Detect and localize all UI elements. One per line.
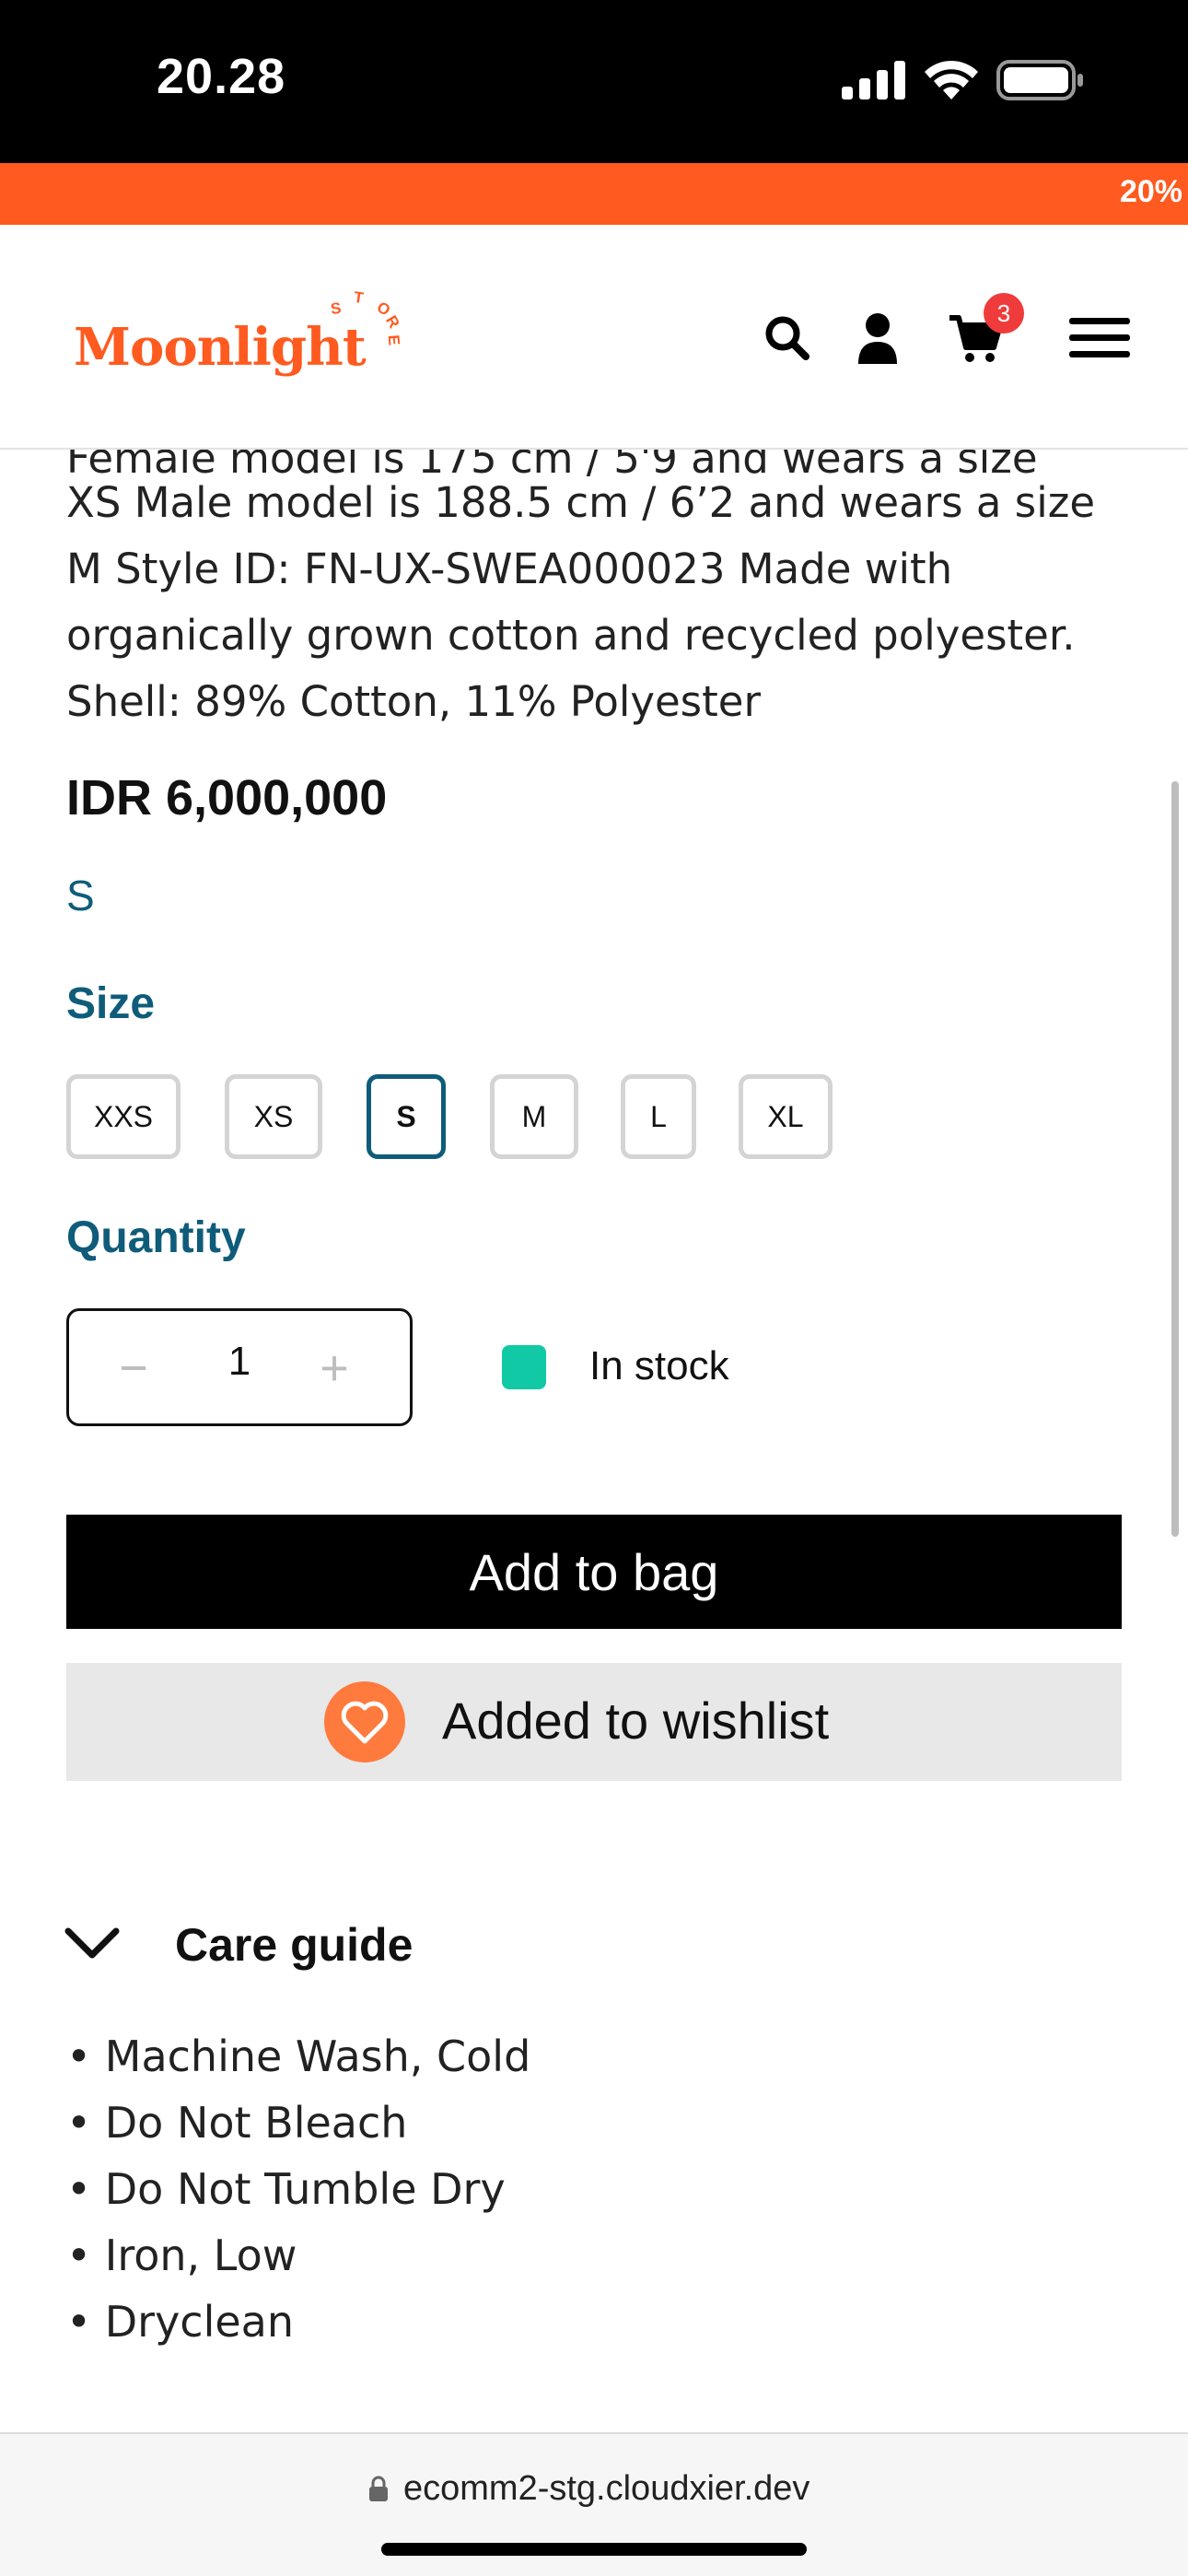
heart-icon <box>341 1701 389 1744</box>
care-guide-heading[interactable]: Care guide <box>175 1918 413 1972</box>
lock-icon <box>369 2476 388 2501</box>
size-option-l[interactable]: L <box>621 1074 696 1159</box>
care-item: • Dryclean <box>66 2297 295 2347</box>
product-price: IDR 6,000,000 <box>66 770 388 825</box>
store-logo[interactable]: Moonlight S T O R E <box>74 289 405 391</box>
care-item: • Iron, Low <box>66 2231 297 2280</box>
cellular-signal-icon <box>842 61 905 100</box>
cart-button[interactable]: 3 <box>943 293 1024 370</box>
search-icon <box>765 316 809 360</box>
care-item: • Do Not Bleach <box>66 2098 408 2148</box>
svg-text:S: S <box>330 299 343 318</box>
wishlist-heart-badge <box>324 1681 405 1762</box>
quantity-value[interactable]: 1 <box>207 1339 272 1385</box>
wifi-icon <box>925 60 978 100</box>
svg-text:T: T <box>353 289 366 307</box>
cart-count-badge: 3 <box>984 293 1024 334</box>
logo-store-arc: S T O R E <box>330 289 403 346</box>
quantity-increase-button[interactable]: + <box>307 1335 362 1401</box>
size-option-s[interactable]: S <box>367 1074 446 1159</box>
size-option-m[interactable]: M <box>490 1074 578 1159</box>
promo-text: 20% <box>1119 174 1182 209</box>
svg-text:E: E <box>385 334 403 346</box>
user-icon <box>858 313 897 364</box>
wishlist-button[interactable]: Added to wishlist <box>66 1663 1122 1781</box>
battery-icon <box>996 60 1083 100</box>
size-option-xxs[interactable]: XXS <box>66 1074 181 1159</box>
care-item: • Machine Wash, Cold <box>66 2032 531 2081</box>
page-scrollbar[interactable] <box>1171 781 1179 1537</box>
size-heading: Size <box>66 979 156 1028</box>
selected-size-label: S <box>66 872 95 919</box>
account-button[interactable] <box>845 306 910 370</box>
hamburger-menu-icon <box>1069 318 1130 357</box>
site-header: Moonlight S T O R E 3 <box>0 225 1188 450</box>
status-bar: 20.28 <box>0 0 1188 163</box>
chevron-down-icon[interactable] <box>63 1922 122 1966</box>
quantity-stepper: − 1 + <box>66 1308 413 1426</box>
stock-status-indicator <box>502 1345 546 1389</box>
search-button[interactable] <box>755 306 820 370</box>
add-to-bag-button[interactable]: Add to bag <box>66 1515 1122 1629</box>
quantity-heading: Quantity <box>66 1213 246 1262</box>
care-guide-list: • Machine Wash, Cold • Do Not Bleach • D… <box>66 2023 530 2355</box>
size-option-xl[interactable]: XL <box>739 1074 833 1159</box>
status-time: 20.28 <box>157 49 286 104</box>
browser-url-text: ecomm2-stg.cloudxier.dev <box>403 2469 810 2508</box>
size-option-xs[interactable]: XS <box>225 1074 322 1159</box>
home-indicator[interactable] <box>381 2543 807 2556</box>
menu-button[interactable] <box>1061 306 1138 370</box>
promo-banner: 20% <box>0 163 1188 225</box>
logo-wordmark: Moonlight <box>74 317 367 378</box>
care-item: • Do Not Tumble Dry <box>66 2164 506 2214</box>
browser-url-bar[interactable]: ecomm2-stg.cloudxier.dev <box>0 2434 1188 2576</box>
stock-status-text: In stock <box>589 1343 729 1388</box>
quantity-decrease-button[interactable]: − <box>106 1335 161 1401</box>
wishlist-label: Added to wishlist <box>442 1692 830 1750</box>
product-description: XS Male model is 188.5 cm / 6’2 and wear… <box>66 478 1096 726</box>
